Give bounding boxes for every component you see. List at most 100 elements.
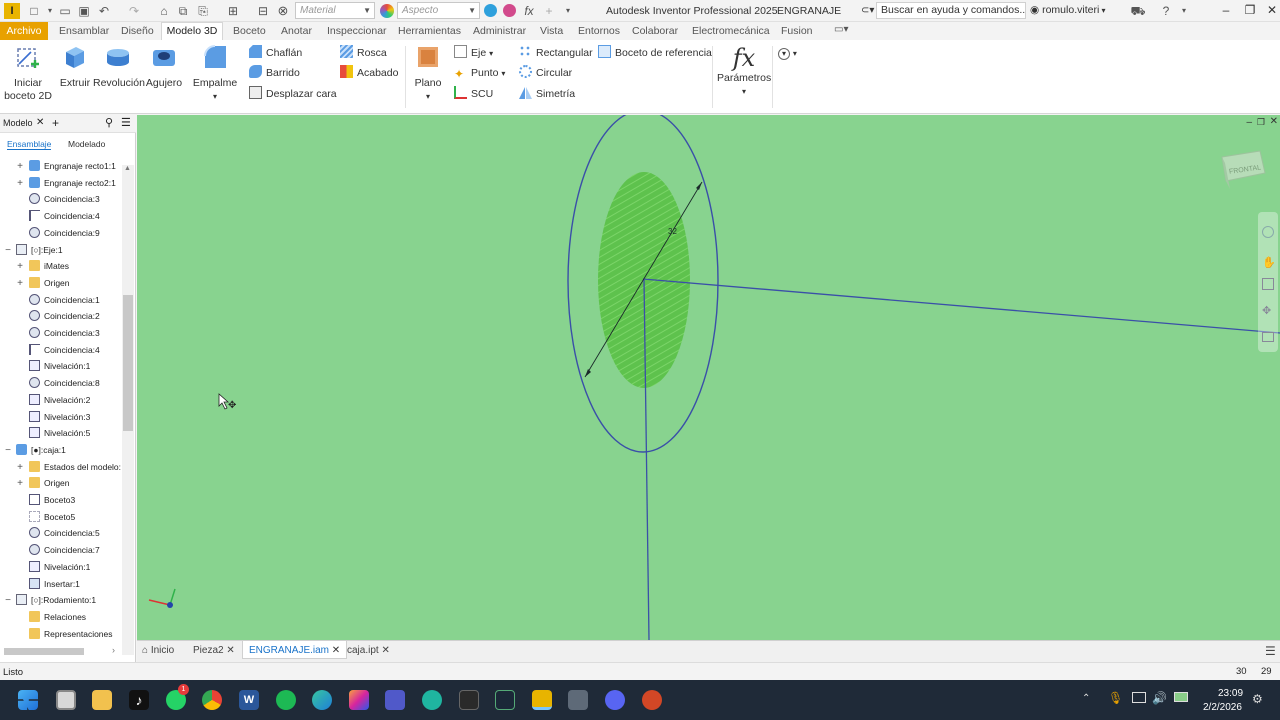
circular-pattern-button[interactable]: Circular xyxy=(519,65,572,81)
chamfer-button[interactable]: Chaflán xyxy=(249,45,302,61)
collapse-icon[interactable]: − xyxy=(3,243,13,258)
tab-administrar[interactable]: Administrar xyxy=(473,25,526,37)
help-icon[interactable]: ? xyxy=(1158,4,1174,18)
horizontal-scrollbar-thumb[interactable] xyxy=(4,648,84,655)
tree-item[interactable]: Coincidencia:7 xyxy=(29,543,100,558)
tab-herramientas[interactable]: Herramientas xyxy=(398,25,461,37)
expand-icon[interactable]: + xyxy=(15,159,25,174)
tree-item[interactable]: Engranaje recto2:1 xyxy=(29,176,116,191)
chrome-icon[interactable] xyxy=(202,690,222,710)
viewport-close-icon[interactable]: ✕ xyxy=(1270,116,1278,127)
tab-ensamblaje[interactable]: Ensamblaje xyxy=(7,139,52,150)
sketch-line-horizontal[interactable] xyxy=(642,278,1280,334)
task-view-icon[interactable] xyxy=(56,690,76,710)
browser-menu-icon[interactable]: ☰ xyxy=(121,116,131,129)
expand-icon[interactable]: + xyxy=(15,460,25,475)
curseforge-icon[interactable] xyxy=(422,690,442,710)
tab-fusion[interactable]: Fusion xyxy=(781,25,813,37)
appearance-button[interactable]: Acabado xyxy=(340,65,398,81)
start-sketch-button[interactable]: Iniciar boceto 2D xyxy=(4,44,52,103)
minimize-icon[interactable]: – xyxy=(1216,3,1236,17)
microphone-icon[interactable]: 🎙 xyxy=(1108,691,1123,705)
powerpoint-icon[interactable] xyxy=(642,690,662,710)
clear-icon[interactable] xyxy=(503,4,516,17)
tree-item[interactable]: Coincidencia:9 xyxy=(29,226,100,241)
open-folder-icon[interactable]: ▭ xyxy=(58,4,72,18)
inventor-icon[interactable] xyxy=(532,690,552,710)
user-account[interactable]: ◉ romulo.viteri ▾ xyxy=(1030,4,1106,16)
tree-item[interactable]: Relaciones xyxy=(29,610,86,625)
new-file-icon[interactable]: □ xyxy=(27,4,41,18)
tree-item[interactable]: Coincidencia:4 xyxy=(29,343,100,358)
move-face-button[interactable]: Desplazar cara xyxy=(249,86,337,102)
ucs-button[interactable]: SCU xyxy=(454,86,493,102)
instagram-icon[interactable] xyxy=(349,690,369,710)
scroll-up-icon[interactable]: ▲ xyxy=(124,165,131,172)
tree-item[interactable]: Coincidencia:3 xyxy=(29,326,100,341)
tab-archivo[interactable]: Archivo xyxy=(0,22,48,40)
tree-item[interactable]: Nivelación:2 xyxy=(29,393,90,408)
browser-scrollbar[interactable]: ▲ xyxy=(122,165,134,655)
tree-item[interactable]: Coincidencia:5 xyxy=(29,526,100,541)
thread-button[interactable]: Rosca xyxy=(340,45,387,61)
view-cube[interactable]: FRONTAL xyxy=(1221,150,1266,189)
expand-icon[interactable]: + xyxy=(15,276,25,291)
help-dropdown-icon[interactable]: ▾ xyxy=(1177,4,1191,18)
save-icon[interactable]: ▣ xyxy=(77,4,91,18)
tree-item[interactable]: Coincidencia:4 xyxy=(29,209,100,224)
clock-time[interactable]: 23:09 xyxy=(1218,688,1243,699)
undo-icon[interactable]: ↶ xyxy=(97,4,111,18)
tree-item[interactable]: [○]:Eje:1 xyxy=(16,243,63,258)
inventor-app-icon[interactable]: I xyxy=(4,3,20,19)
pan-icon[interactable]: ✋ xyxy=(1262,256,1276,269)
copy-icon[interactable]: ⎘ xyxy=(196,4,210,18)
fx-icon[interactable]: fx xyxy=(522,4,536,18)
volume-icon[interactable]: 🔊 xyxy=(1152,691,1167,705)
discord-icon[interactable] xyxy=(605,690,625,710)
tree-item[interactable]: Nivelación:1 xyxy=(29,560,90,575)
share-icon[interactable]: ⊂▾ xyxy=(861,5,874,16)
customize-dropdown-icon[interactable]: ▾ xyxy=(561,4,575,18)
expand-icon[interactable]: + xyxy=(15,176,25,191)
viewport-restore-icon[interactable]: ❐ xyxy=(1257,117,1265,128)
expand-icon[interactable]: + xyxy=(15,259,25,274)
appearance-combo[interactable]: Aspecto ▼ xyxy=(397,2,480,19)
teams-icon[interactable] xyxy=(385,690,405,710)
tree-item[interactable]: Engranaje recto1:1 xyxy=(29,159,116,174)
add-icon[interactable]: + xyxy=(542,4,556,18)
view-face-icon[interactable] xyxy=(1262,332,1274,342)
tree-item[interactable]: Boceto5 xyxy=(29,510,75,525)
fillet-button[interactable]: Empalme ▾ xyxy=(192,44,238,103)
parameters-button[interactable]: fx Parámetros ▾ xyxy=(717,44,771,98)
display-icon[interactable] xyxy=(1132,692,1146,703)
browser-search-icon[interactable]: ⚲ xyxy=(105,116,113,129)
tree-item[interactable]: Nivelación:5 xyxy=(29,426,90,441)
quick-access-button[interactable]: ▾ ▾ xyxy=(778,45,797,61)
graphics-viewport[interactable]: 32 FRONTAL ✥ – ❐ ✕ ✋ ✥ xyxy=(137,115,1280,640)
tree-item[interactable]: Coincidencia:1 xyxy=(29,293,100,308)
tree-item[interactable]: Estados del modelo: xyxy=(29,460,121,475)
edge-icon[interactable] xyxy=(312,690,332,710)
ribbon-options-icon[interactable]: ▭▾ xyxy=(834,24,848,35)
extrude-button[interactable]: Extruir xyxy=(58,44,92,90)
battery-icon[interactable] xyxy=(1174,692,1188,702)
return-icon[interactable]: ⧉ xyxy=(176,4,190,18)
spotify-icon[interactable] xyxy=(276,690,296,710)
epic-games-icon[interactable] xyxy=(459,690,479,710)
tree-item[interactable]: Coincidencia:8 xyxy=(29,376,100,391)
cart-icon[interactable]: ⛟ xyxy=(1130,4,1146,18)
mirror-button[interactable]: Simetría xyxy=(519,86,575,102)
zoom-icon[interactable] xyxy=(1262,278,1274,290)
close-icon[interactable]: ✕ xyxy=(1262,3,1280,17)
rectangular-pattern-button[interactable]: Rectangular xyxy=(519,45,593,61)
tab-diseno[interactable]: Diseño xyxy=(121,25,154,37)
hole-button[interactable]: Agujero xyxy=(145,44,183,90)
tab-inspeccionar[interactable]: Inspeccionar xyxy=(327,25,387,37)
tab-boceto[interactable]: Boceto xyxy=(233,25,266,37)
tray-overflow-icon[interactable]: ⌃ xyxy=(1082,693,1090,704)
cancel-icon[interactable]: ⊗ xyxy=(276,4,290,18)
close-tab-icon[interactable]: ✕ xyxy=(381,645,389,656)
home-icon[interactable]: ⌂ xyxy=(157,4,171,18)
dimension-value[interactable]: 32 xyxy=(668,227,677,236)
tree-item[interactable]: Representaciones xyxy=(29,627,113,642)
